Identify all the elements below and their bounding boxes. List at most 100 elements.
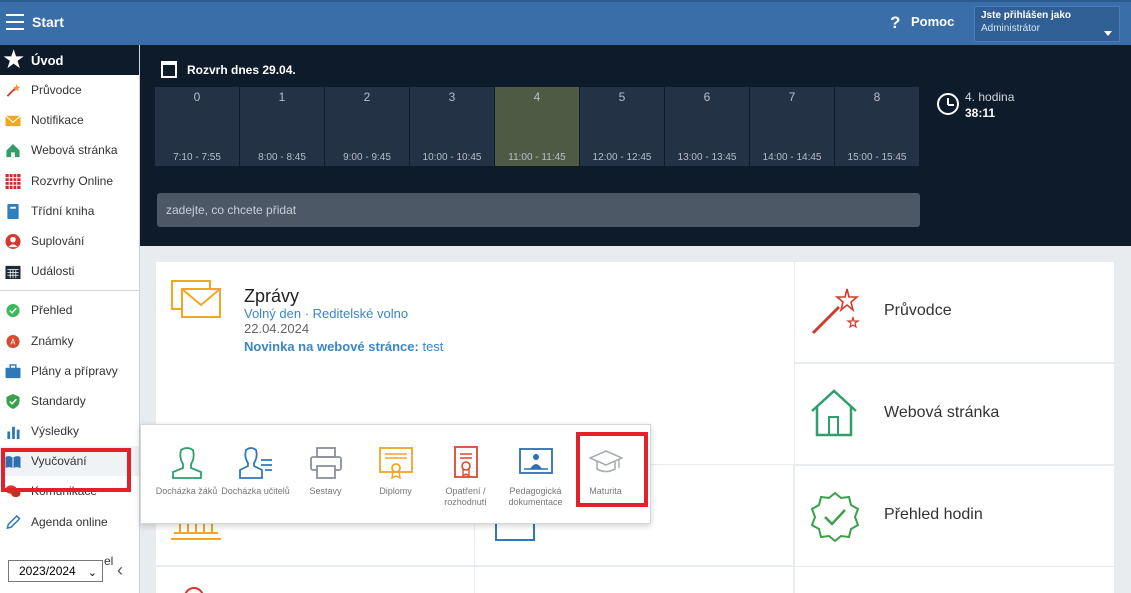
sidebar-item-rozvrhy-online[interactable]: Rozvrhy Online (0, 166, 139, 196)
tile-webova-stranka[interactable]: Webová stránka (795, 364, 1114, 464)
submenu-label: Pedagogická dokumentace (508, 486, 563, 507)
sidebar-item-notifikace[interactable]: Notifikace (0, 105, 139, 135)
message-link[interactable]: Volný den · Reditelské volno (244, 306, 408, 321)
wand-icon (811, 288, 860, 335)
period-number: 3 (448, 90, 456, 104)
tile-prehled-hodin[interactable]: Přehled hodin (795, 466, 1114, 566)
schedule-panel: Rozvrh dnes 29.04. 0 7:10 - 7:55 1 8:00 - 8… (140, 45, 1131, 246)
check-circle-icon (6, 304, 20, 318)
quick-add-input[interactable] (157, 193, 920, 227)
period-1[interactable]: 1 8:00 - 8:45 (240, 87, 324, 166)
submenu-diplomy[interactable]: Diplomy (359, 425, 432, 525)
sidebar-item-label: Notifikace (31, 113, 84, 128)
submenu-label: Docházka žáků (155, 486, 218, 496)
tile-pruvodce[interactable]: Průvodce (795, 262, 1114, 362)
sidebar-item-label: el (104, 554, 114, 568)
period-7[interactable]: 7 14:00 - 14:45 (750, 87, 834, 166)
period-time: 13:00 - 13:45 (677, 152, 737, 163)
tile-bottom-middle[interactable] (475, 567, 793, 593)
chevron-down-icon (1104, 31, 1112, 36)
period-time: 15:00 - 15:45 (847, 152, 907, 163)
submenu-dochazka-ucitelu[interactable]: Docházka učitelů (219, 425, 292, 525)
sidebar-item-pruvodce[interactable]: Průvodce (0, 75, 139, 105)
school-year-select[interactable]: 2023/2024 ⌄ (8, 560, 103, 582)
period-time: 10:00 - 10:45 (422, 152, 482, 163)
user-dropdown[interactable]: Jste přihlášen jako Administrátor (974, 6, 1120, 42)
tile-icon (184, 587, 204, 593)
sidebar-item-label: Webová stránka (31, 143, 118, 158)
period-time: 7:10 - 7:55 (173, 152, 221, 163)
top-bar: Start ? Pomoc Jste přihlášen jako Admini… (0, 0, 1131, 45)
sidebar-item-label: Průvodce (31, 83, 82, 97)
submenu-pedagogicka-dokumentace[interactable]: Pedagogická dokumentace (499, 425, 572, 525)
period-number: 8 (873, 90, 881, 104)
tile-label: Přehled hodin (884, 506, 983, 523)
period-8[interactable]: 8 15:00 - 15:45 (835, 87, 919, 166)
submenu-sestavy[interactable]: Sestavy (289, 425, 362, 525)
tile-label: Webová stránka (884, 404, 1000, 421)
tile-bottom-right[interactable] (795, 567, 1114, 593)
house-icon (6, 144, 20, 158)
period-2[interactable]: 2 9:00 - 9:45 (325, 87, 409, 166)
sidebar-item-label: Rozvrhy Online (31, 173, 114, 188)
app-title[interactable]: Start (32, 14, 64, 30)
period-3[interactable]: 3 10:00 - 10:45 (410, 87, 494, 166)
highlight-box-vyucovani (1, 448, 131, 492)
period-4[interactable]: 4 11:00 - 11:45 (495, 87, 579, 166)
news-value: test (422, 339, 444, 354)
student-icon (172, 447, 202, 479)
submenu-label: Docházka učitelů (221, 486, 290, 496)
envelope-icon (5, 115, 21, 127)
sidebar-item-home[interactable]: ★ Úvod (0, 45, 139, 75)
news-line[interactable]: Novinka na webové stránce: test (244, 339, 443, 354)
sidebar-item-label: Plány a přípravy (31, 363, 118, 378)
schedule-title: Rozvrh dnes 29.04. (187, 63, 296, 77)
sidebar-item-znamky[interactable]: A Známky (0, 326, 139, 356)
sidebar-item-webova-stranka[interactable]: Webová stránka (0, 135, 139, 165)
shield-icon (6, 393, 20, 409)
book-icon (7, 203, 19, 219)
sidebar-item-prehled[interactable]: Přehled (0, 295, 139, 325)
sidebar-item-label: Události (31, 264, 75, 279)
period-number: 0 (193, 90, 201, 104)
sidebar-item-plany-a-pripravy[interactable]: Plány a přípravy (0, 356, 139, 386)
period-time: 14:00 - 14:45 (762, 152, 822, 163)
period-5[interactable]: 5 12:00 - 12:45 (580, 87, 664, 166)
hamburger-menu-icon[interactable] (6, 14, 24, 30)
tile-bottom-left[interactable] (156, 567, 474, 593)
sidebar-item-standardy[interactable]: Standardy (0, 386, 139, 416)
document-seal-icon (454, 446, 478, 478)
sidebar-item-label: Přehled (31, 303, 73, 318)
current-hour: 4. hodina (965, 90, 1015, 104)
person-icon (5, 233, 21, 249)
time-remaining: 38:11 (965, 106, 996, 120)
calendar-icon (161, 61, 177, 78)
sidebar-item-label: Výsledky (31, 424, 80, 439)
sidebar-item-udalosti[interactable]: Události (0, 256, 139, 286)
message-date: 22.04.2024 (244, 321, 310, 336)
question-icon[interactable]: ? (890, 13, 900, 33)
sidebar-item-tridni-kniha[interactable]: Třídní kniha (0, 196, 139, 226)
sidebar-divider (0, 290, 139, 292)
period-number: 1 (278, 90, 286, 104)
sidebar-item-vysledky[interactable]: Výsledky (0, 416, 139, 446)
period-number: 2 (363, 90, 371, 104)
period-0[interactable]: 0 7:10 - 7:55 (155, 87, 239, 166)
period-6[interactable]: 6 13:00 - 13:45 (665, 87, 749, 166)
period-number: 5 (618, 90, 626, 104)
house-icon (811, 389, 857, 437)
sidebar-item-label: Známky (31, 333, 74, 348)
submenu-dochazka-zaku[interactable]: Docházka žáků (150, 425, 223, 525)
sidebar-item-agenda-online[interactable]: Agenda online (0, 507, 139, 537)
sidebar-item-label: Třídní kniha (31, 203, 95, 218)
collapse-sidebar-icon[interactable]: ‹ (117, 560, 123, 581)
board-icon (519, 448, 553, 474)
star-icon: ★ (2, 44, 26, 74)
submenu-label: Sestavy (309, 486, 342, 496)
grid-icon (5, 173, 21, 189)
bar-chart-icon (7, 426, 20, 440)
submenu-opatreni-rozhodnuti[interactable]: Opatření / rozhodnutí (429, 425, 502, 525)
clock-icon (937, 93, 959, 115)
sidebar-item-suplovani[interactable]: Suplování (0, 226, 139, 256)
help-link[interactable]: Pomoc (911, 14, 954, 29)
